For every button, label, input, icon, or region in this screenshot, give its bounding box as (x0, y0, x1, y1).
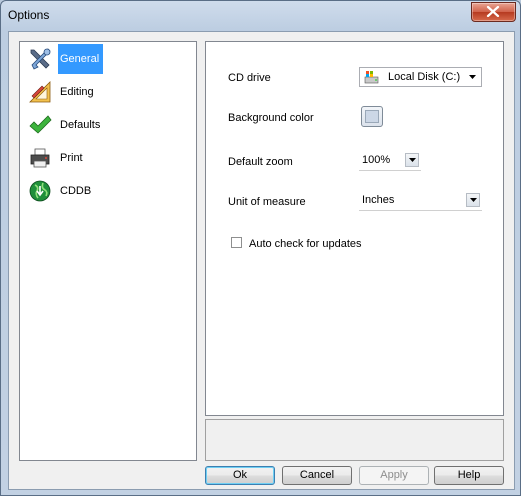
cd-drive-value: Local Disk (C:) (388, 71, 461, 83)
help-button[interactable]: Help (434, 466, 504, 485)
nav-item-label: Defaults (60, 119, 101, 131)
default-zoom-value: 100% (362, 154, 391, 166)
auto-check-updates-label: Auto check for updates (249, 238, 362, 250)
cd-drive-select[interactable]: Local Disk (C:) (359, 67, 482, 87)
title-bar[interactable]: Options (1, 1, 520, 31)
auto-check-updates-checkbox[interactable] (231, 237, 242, 248)
apply-button[interactable]: Apply (359, 466, 429, 485)
zoom-dropdown-button[interactable] (405, 153, 419, 167)
unit-of-measure-value: Inches (362, 194, 395, 206)
status-area (205, 419, 504, 461)
unit-of-measure-label: Unit of measure (228, 196, 306, 208)
close-icon (486, 6, 500, 17)
nav-item-label: Print (60, 152, 83, 164)
close-button[interactable] (471, 2, 516, 22)
nav-item-label: Editing (60, 86, 94, 98)
general-settings-panel: CD drive Local Disk (C:) Background colo… (205, 41, 504, 416)
chevron-down-icon (409, 158, 416, 162)
nav-item-editing[interactable]: Editing (22, 77, 194, 107)
nav-item-label: CDDB (60, 185, 92, 197)
globe-icon (29, 180, 51, 202)
default-zoom-select[interactable]: 100% (359, 151, 421, 171)
drive-icon (364, 71, 379, 84)
background-color-button[interactable] (361, 106, 383, 127)
color-preview (365, 110, 379, 123)
dialog-body: General Editing Defaults Print CDDB CD d… (8, 31, 515, 490)
nav-item-label: General (58, 44, 104, 74)
nav-item-print[interactable]: Print (22, 143, 194, 173)
ok-button[interactable]: Ok (205, 466, 275, 485)
chevron-down-icon (470, 198, 477, 202)
unit-of-measure-select[interactable]: Inches (359, 191, 482, 211)
nav-item-cddb[interactable]: CDDB (22, 176, 194, 206)
ruler-pencil-icon (29, 81, 51, 103)
tools-icon (30, 48, 51, 70)
printer-icon (30, 148, 50, 168)
checkmark-icon (29, 115, 52, 134)
default-zoom-label: Default zoom (228, 156, 293, 168)
nav-item-general[interactable]: General (22, 44, 194, 74)
unit-dropdown-button[interactable] (466, 193, 480, 207)
cd-drive-label: CD drive (228, 72, 271, 84)
chevron-down-icon (469, 75, 476, 79)
window-title: Options (8, 8, 50, 22)
background-color-label: Background color (228, 112, 314, 124)
nav-item-defaults[interactable]: Defaults (22, 110, 194, 140)
category-list: General Editing Defaults Print CDDB (19, 41, 197, 461)
cancel-button[interactable]: Cancel (282, 466, 352, 485)
options-window: Options General Editing Defaults Print C… (0, 0, 521, 496)
